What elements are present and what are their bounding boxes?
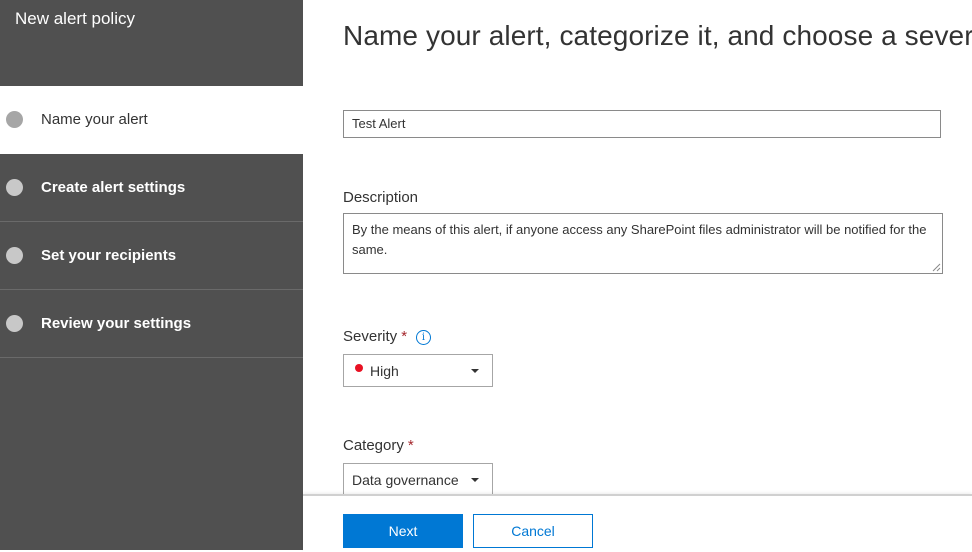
required-marker: * [407,437,414,454]
step-status-icon [6,247,23,264]
description-text: By the means of this alert, if anyone ac… [352,222,927,257]
step-status-icon [6,111,23,128]
step-label: Review your settings [41,315,192,332]
chevron-down-icon [471,478,479,482]
cancel-button[interactable]: Cancel [473,514,593,548]
category-label-text: Category [343,437,404,454]
description-label: Description [343,189,419,206]
step-name-your-alert[interactable]: Name your alert [0,86,303,154]
step-create-alert-settings[interactable]: Create alert settings [0,154,303,222]
wizard-footer: Next Cancel [303,494,972,552]
step-status-icon [6,315,23,332]
step-review-your-settings[interactable]: Review your settings [0,290,303,358]
sidebar-title: New alert policy [15,9,135,28]
step-label: Create alert settings [41,179,186,196]
severity-dot-icon [355,364,363,372]
step-status-icon [6,179,23,196]
step-label: Set your recipients [41,247,177,264]
resize-grip-icon[interactable] [932,263,941,272]
next-button[interactable]: Next [343,514,463,548]
severity-value: High [370,363,399,379]
chevron-down-icon [471,369,479,373]
category-dropdown[interactable]: Data governance [343,463,493,496]
step-set-your-recipients[interactable]: Set your recipients [0,222,303,290]
alert-name-input[interactable]: Test Alert [343,110,941,138]
severity-dropdown[interactable]: High [343,354,493,387]
category-label: Category * [343,437,414,454]
page-heading: Name your alert, categorize it, and choo… [343,20,972,51]
severity-label: Severity * i [343,328,432,345]
severity-label-text: Severity [343,328,398,345]
info-icon[interactable]: i [416,330,432,345]
category-value: Data governance [352,472,459,488]
required-marker: * [401,328,408,345]
step-label: Name your alert [41,111,148,128]
description-textarea[interactable]: By the means of this alert, if anyone ac… [343,213,943,274]
wizard-sidebar: New alert policy Name your alert Create … [0,0,303,550]
